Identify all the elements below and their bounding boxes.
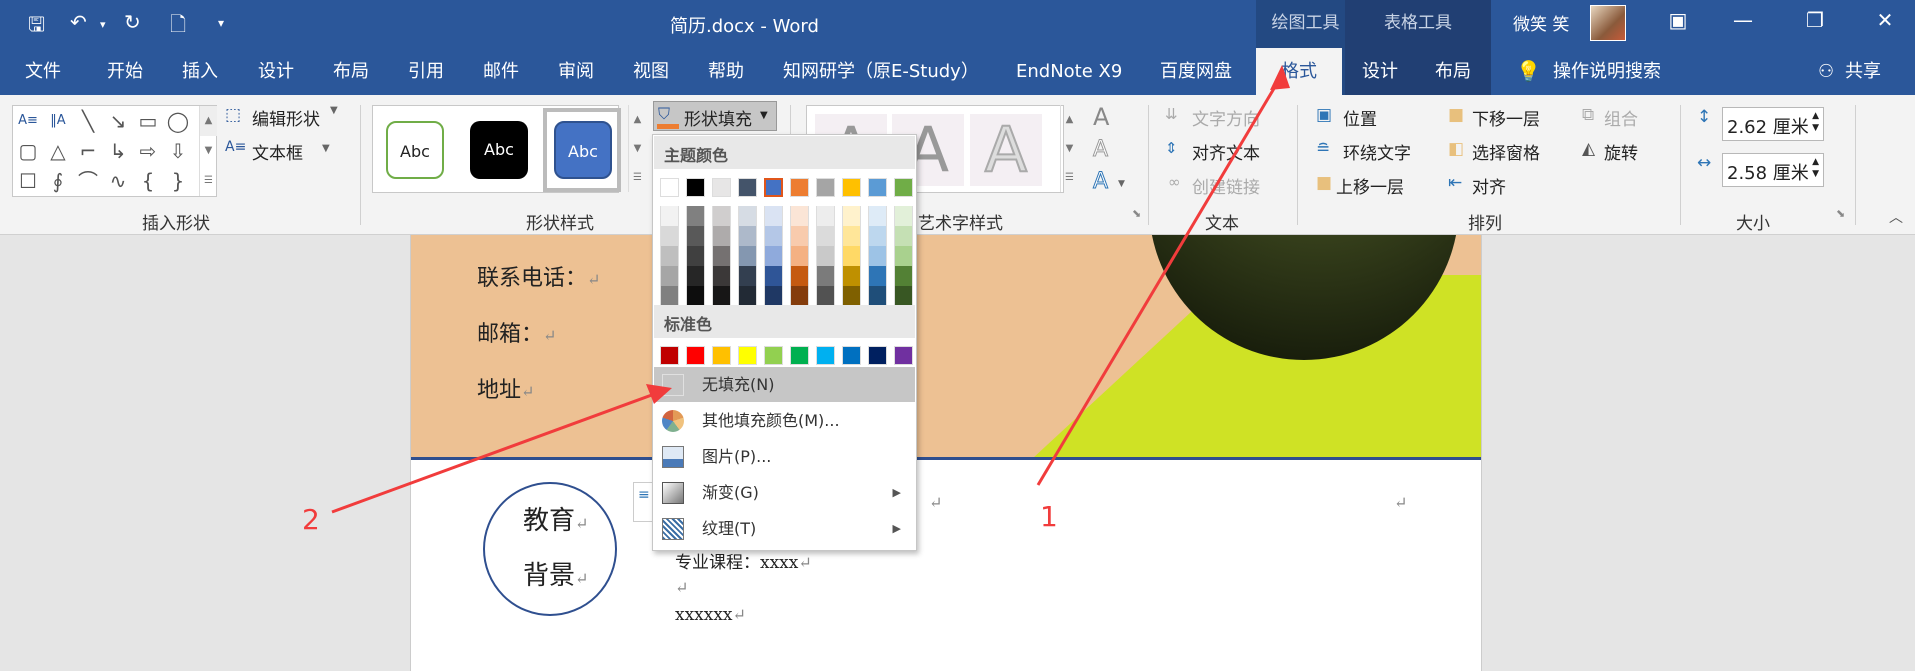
annotation-arrowhead-1	[1270, 65, 1290, 90]
annotation-label-2: 2	[302, 503, 320, 536]
annotation-label-1: 1	[1040, 500, 1058, 533]
annotation-arrowhead-2	[646, 384, 672, 404]
annotation-arrows	[331, 65, 1290, 514]
annotation-arrow-2	[331, 390, 661, 514]
annotation-arrow-1	[1036, 74, 1284, 486]
